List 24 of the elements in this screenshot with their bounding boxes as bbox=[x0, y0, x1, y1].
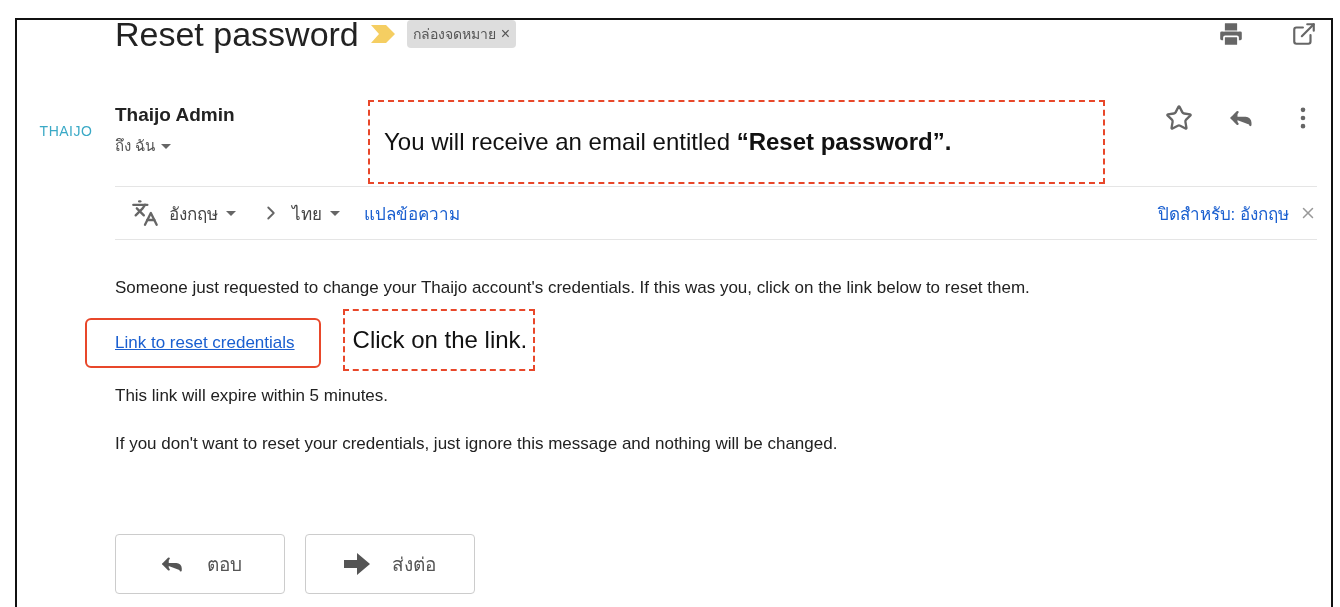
recipient-dropdown[interactable]: ถึง ฉัน bbox=[115, 134, 235, 158]
chip-close[interactable]: × bbox=[500, 25, 511, 43]
annotation-callout: Click on the link. bbox=[342, 309, 536, 371]
right-arrow-icon bbox=[344, 553, 370, 575]
body-text: If you don't want to reset your credentials, just ignore this message and nothing will be changed. bbox=[115, 434, 839, 454]
source-language-dropdown[interactable]: อังกฤษ bbox=[169, 199, 236, 227]
reply-button[interactable]: ตอบ bbox=[115, 534, 285, 594]
logo: THAIJO bbox=[39, 123, 93, 139]
translate-link[interactable]: แปลข้อความ bbox=[364, 199, 460, 227]
body-text: Someone just requested to change your Thaijo account's credentials. If this was you, click on the link below to reset them. bbox=[115, 278, 1031, 298]
sender-name: Thaijo Admin bbox=[115, 104, 235, 126]
body-text: This link will expire within 5 minutes. bbox=[115, 386, 390, 406]
star-icon[interactable] bbox=[1165, 104, 1193, 132]
turn-off-translation-link[interactable]: ปิดสำหรับ: อังกฤษ bbox=[1157, 199, 1289, 227]
target-language-dropdown[interactable]: ไทย bbox=[292, 199, 340, 227]
translate-icon bbox=[131, 199, 159, 227]
annotation-callout: You will receive an email entitled “Reset password”. bbox=[368, 100, 1105, 184]
forward-button[interactable]: ส่งต่อ bbox=[305, 534, 475, 594]
label-chip[interactable]: กล่องจดหมาย × bbox=[406, 20, 517, 48]
open-in-new-icon[interactable] bbox=[1291, 21, 1317, 47]
email-subject: Reset password bbox=[115, 14, 359, 54]
print-icon[interactable] bbox=[1217, 20, 1245, 48]
importance-marker-icon bbox=[370, 25, 395, 43]
reset-link[interactable]: Link to reset credentials bbox=[85, 318, 321, 368]
